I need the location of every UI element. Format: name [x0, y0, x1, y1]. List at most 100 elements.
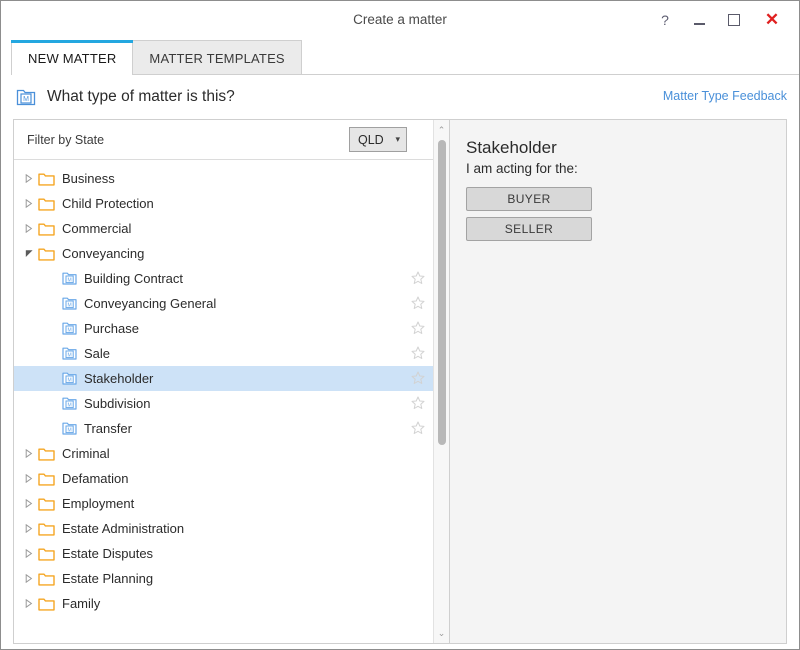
- scroll-up-arrow-icon[interactable]: ⌃: [434, 122, 449, 138]
- chevron-right-icon[interactable]: [25, 599, 33, 608]
- tree-item[interactable]: Family: [14, 591, 433, 616]
- favourite-star-icon[interactable]: [411, 371, 425, 385]
- matter-type-icon: M: [62, 347, 77, 360]
- tree-item[interactable]: M Stakeholder: [14, 366, 433, 391]
- help-button[interactable]: ?: [650, 7, 680, 33]
- tree-item-label: Estate Disputes: [62, 546, 154, 561]
- favourite-star-icon[interactable]: [411, 321, 425, 335]
- chevron-down-icon: ▾: [395, 134, 400, 144]
- tree-expander[interactable]: [20, 524, 38, 533]
- scrollbar-thumb[interactable]: [438, 140, 446, 445]
- create-matter-window: Create a matter ? ✕ NEW MATTER MATTER TE…: [0, 0, 800, 650]
- tree-item-label: Defamation: [62, 471, 129, 486]
- state-filter-select[interactable]: QLD ▾: [349, 127, 407, 152]
- title-bar: Create a matter ? ✕: [1, 1, 799, 39]
- tree-item-label: Stakeholder: [84, 371, 154, 386]
- tree-item[interactable]: M Purchase: [14, 316, 433, 341]
- tree-item[interactable]: M Sale: [14, 341, 433, 366]
- close-button[interactable]: ✕: [757, 7, 787, 33]
- svg-text:M: M: [68, 277, 72, 283]
- chevron-right-icon[interactable]: [25, 474, 33, 483]
- chevron-right-icon[interactable]: [25, 499, 33, 508]
- svg-text:M: M: [68, 352, 72, 358]
- tree-item[interactable]: Estate Administration: [14, 516, 433, 541]
- content-area: Filter by State QLD ▾ Business Child Prot…: [13, 119, 787, 644]
- tab-new-matter[interactable]: NEW MATTER: [11, 40, 134, 75]
- tree-item-label: Building Contract: [84, 271, 183, 286]
- tree-item[interactable]: M Conveyancing General: [14, 291, 433, 316]
- matter-type-icon: M: [62, 397, 77, 410]
- tree-item-label: Family: [62, 596, 101, 611]
- favourite-star-icon[interactable]: [411, 396, 425, 410]
- chevron-right-icon[interactable]: [25, 224, 33, 233]
- chevron-down-icon[interactable]: [25, 249, 34, 258]
- matter-type-icon: M: [62, 322, 77, 335]
- minimize-button[interactable]: [684, 7, 714, 33]
- tree-item[interactable]: M Subdivision: [14, 391, 433, 416]
- tree-item[interactable]: M Transfer: [14, 416, 433, 441]
- favourite-star-icon[interactable]: [411, 271, 425, 285]
- tree-item[interactable]: M Building Contract: [14, 266, 433, 291]
- matter-type-icon: M: [62, 272, 77, 285]
- tree-item[interactable]: Business: [14, 166, 433, 191]
- tree-item[interactable]: Commercial: [14, 216, 433, 241]
- tree-item[interactable]: Criminal: [14, 441, 433, 466]
- favourite-star-icon[interactable]: [411, 421, 425, 435]
- tree-item-label: Conveyancing: [62, 246, 145, 261]
- chevron-right-icon[interactable]: [25, 549, 33, 558]
- tree-item[interactable]: Child Protection: [14, 191, 433, 216]
- folder-icon: [38, 473, 55, 486]
- tab-matter-templates[interactable]: MATTER TEMPLATES: [132, 40, 302, 75]
- tree-expander[interactable]: [20, 224, 38, 233]
- state-filter-value: QLD: [358, 132, 384, 147]
- chevron-right-icon[interactable]: [25, 449, 33, 458]
- tree-expander[interactable]: [20, 449, 38, 458]
- chevron-right-icon[interactable]: [25, 174, 33, 183]
- tree-expander[interactable]: [20, 199, 38, 208]
- tree-scrollbar[interactable]: ⌃ ⌄: [433, 120, 449, 643]
- tree-expander[interactable]: [20, 474, 38, 483]
- tree-expander[interactable]: [20, 574, 38, 583]
- svg-text:M: M: [23, 96, 29, 103]
- tab-new-matter-label: NEW MATTER: [28, 50, 117, 66]
- tree-item[interactable]: Employment: [14, 491, 433, 516]
- tree-item-label: Estate Administration: [62, 521, 185, 536]
- buyer-button[interactable]: BUYER: [466, 187, 592, 211]
- matter-type-tree[interactable]: Business Child Protection Commercial Convey…: [14, 160, 433, 643]
- tree-item-label: Business: [62, 171, 115, 186]
- chevron-right-icon[interactable]: [25, 524, 33, 533]
- chevron-right-icon[interactable]: [25, 199, 33, 208]
- tree-item-label: Sale: [84, 346, 111, 361]
- folder-icon: [38, 198, 55, 211]
- tree-item-label: Child Protection: [62, 196, 154, 211]
- tree-item[interactable]: Conveyancing: [14, 241, 433, 266]
- tree-expander[interactable]: [20, 499, 38, 508]
- favourite-star-icon[interactable]: [411, 296, 425, 310]
- folder-icon: [38, 173, 55, 186]
- tree-item[interactable]: Estate Disputes: [14, 541, 433, 566]
- favourite-star-icon[interactable]: [411, 346, 425, 360]
- seller-button[interactable]: SELLER: [466, 217, 592, 241]
- tree-item-label: Conveyancing General: [84, 296, 217, 311]
- scroll-down-arrow-icon[interactable]: ⌄: [434, 625, 449, 641]
- maximize-button[interactable]: [719, 7, 749, 33]
- svg-text:M: M: [68, 377, 72, 383]
- tree-item[interactable]: Estate Planning: [14, 566, 433, 591]
- tree-item[interactable]: Defamation: [14, 466, 433, 491]
- tree-expander[interactable]: [20, 599, 38, 608]
- folder-icon: [38, 598, 55, 611]
- tree-item-label: Transfer: [84, 421, 132, 436]
- maximize-icon: [728, 14, 740, 26]
- close-icon: ✕: [764, 10, 780, 29]
- tree-expander[interactable]: [20, 549, 38, 558]
- tree-item-label: Estate Planning: [62, 571, 154, 586]
- tree-item-label: Employment: [62, 496, 135, 511]
- tree-item-label: Commercial: [62, 221, 132, 236]
- detail-subtitle: I am acting for the:: [466, 161, 578, 176]
- tree-expander[interactable]: [20, 174, 38, 183]
- filter-bar: Filter by State QLD ▾: [14, 120, 433, 160]
- chevron-right-icon[interactable]: [25, 574, 33, 583]
- matter-type-feedback-link[interactable]: Matter Type Feedback: [663, 89, 787, 103]
- tree-expander[interactable]: [20, 249, 38, 258]
- matter-type-header: M What type of matter is this? Matter Ty…: [1, 75, 799, 119]
